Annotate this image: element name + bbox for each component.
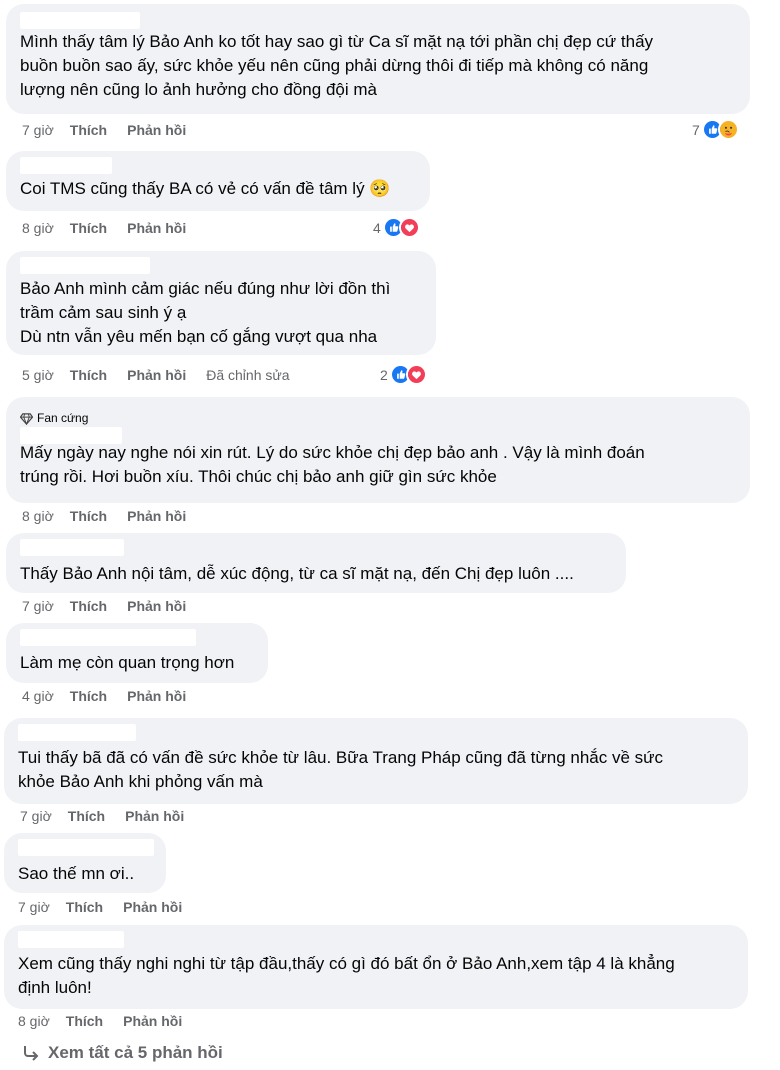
comment-timestamp[interactable]: 7 giờ [22,122,54,138]
comment-actions: 5 giờ Thích Phản hồi Đã chỉnh sửa [22,367,290,383]
comment-text-line: Coi TMS cũng thấy BA có vẻ có vấn đề tâm… [20,179,391,198]
comment-bubble: Fan cứng Mấy ngày nay nghe nói xin rút. … [6,397,750,503]
comment-actions: 8 giờ Thích Phản hồi [22,508,206,524]
care-reaction-icon [717,119,739,140]
comment-text-line: Mình thấy tâm lý Bảo Anh ko tốt hay sao … [20,32,654,51]
like-button[interactable]: Thích [70,688,107,704]
comment-actions: 7 giờ Thích Phản hồi [22,598,206,614]
comment-text-line: Làm mẹ còn quan trọng hơn [20,653,235,672]
comment-actions: 7 giờ Thích Phản hồi [18,899,202,915]
author-name-redacted[interactable] [18,931,124,948]
edited-label: Đã chỉnh sửa [206,367,290,383]
author-name-redacted[interactable] [20,257,150,274]
comment-bubble: Bảo Anh mình cảm giác nếu đúng như lời đ… [6,251,436,355]
like-button[interactable]: Thích [66,1013,103,1029]
comment-timestamp[interactable]: 8 giờ [18,1013,50,1029]
comment-actions: 4 giờ Thích Phản hồi [22,688,206,704]
comment-text-line: buồn buồn sao ấy, sức khỏe yếu nên cũng … [20,56,649,75]
reaction-count: 7 [692,121,700,138]
comment-bubble: Sao thế mn ơi.. [4,833,166,893]
like-button[interactable]: Thích [70,508,107,524]
comment-text-line: trầm cảm sau sinh ý ạ [20,303,187,322]
author-name-redacted[interactable] [20,12,140,29]
comment-text-line: Dù ntn vẫn yêu mến bạn cố gắng vượt qua … [20,327,378,346]
reply-button[interactable]: Phản hồi [125,808,184,824]
author-name-redacted[interactable] [20,629,196,646]
author-name-redacted[interactable] [18,724,136,741]
like-button[interactable]: Thích [68,808,105,824]
love-reaction-icon [405,364,427,385]
comment-text-line: Thấy Bảo Anh nội tâm, dễ xúc động, từ ca… [20,564,574,583]
author-name-redacted[interactable] [20,539,124,556]
love-reaction-icon [398,217,420,238]
like-button[interactable]: Thích [70,220,107,236]
reaction-summary[interactable]: 2 [380,364,427,385]
comment-timestamp[interactable]: 5 giờ [22,367,54,383]
like-button[interactable]: Thích [70,122,107,138]
comment-timestamp[interactable]: 4 giờ [22,688,54,704]
comment-timestamp[interactable]: 8 giờ [22,508,54,524]
comment-bubble: Xem cũng thấy nghi nghi từ tập đầu,thấy … [4,925,748,1009]
comment-text-line: trúng rồi. Hơi buồn xíu. Thôi chúc chị b… [20,467,497,486]
view-all-replies-label: Xem tất cả 5 phản hồi [48,1043,223,1062]
comment-bubble: Thấy Bảo Anh nội tâm, dễ xúc động, từ ca… [6,533,626,593]
like-button[interactable]: Thích [70,367,107,383]
comment-text-line: Bảo Anh mình cảm giác nếu đúng như lời đ… [20,279,391,298]
comment-text-line: Xem cũng thấy nghi nghi từ tập đầu,thấy … [18,954,675,973]
reply-arrow-icon [24,1046,39,1061]
like-button[interactable]: Thích [70,598,107,614]
comment-text-line: định luôn! [18,978,92,997]
comment-text-line: lượng nên cũng lo ảnh hưởng cho đồng đội… [20,80,377,99]
comment-text-line: Sao thế mn ơi.. [18,864,135,883]
reply-button[interactable]: Phản hồi [127,508,186,524]
reply-button[interactable]: Phản hồi [127,367,186,383]
comment-bubble: Coi TMS cũng thấy BA có vẻ có vấn đề tâm… [6,151,430,211]
reply-button[interactable]: Phản hồi [123,1013,182,1029]
view-all-replies-link[interactable]: Xem tất cả 5 phản hồi [22,1043,223,1063]
reaction-count: 4 [373,219,381,236]
reaction-summary[interactable]: 7 [692,119,739,140]
reply-button[interactable]: Phản hồi [127,688,186,704]
comment-timestamp[interactable]: 8 giờ [22,220,54,236]
comment-actions: 7 giờ Thích Phản hồi [20,808,204,824]
reply-button[interactable]: Phản hồi [127,122,186,138]
like-button[interactable]: Thích [66,899,103,915]
comment-timestamp[interactable]: 7 giờ [22,598,54,614]
comment-bubble: Làm mẹ còn quan trọng hơn [6,623,268,683]
author-name-redacted[interactable] [20,157,112,174]
reaction-summary[interactable]: 4 [373,217,420,238]
comment-actions: 7 giờ Thích Phản hồi [22,122,206,138]
reply-button[interactable]: Phản hồi [127,598,186,614]
diamond-icon [20,412,33,425]
comment-text-line: Tui thấy bã đã có vấn đề sức khỏe từ lâu… [18,748,664,767]
comment-text-line: khỏe Bảo Anh khi phỏng vấn mà [18,772,263,791]
author-name-redacted[interactable] [18,839,154,856]
reply-button[interactable]: Phản hồi [123,899,182,915]
comment-timestamp[interactable]: 7 giờ [18,899,50,915]
comment-actions: 8 giờ Thích Phản hồi [22,220,206,236]
comment-timestamp[interactable]: 7 giờ [20,808,52,824]
comment-text-line: Mấy ngày nay nghe nói xin rút. Lý do sức… [20,443,645,462]
reply-button[interactable]: Phản hồi [127,220,186,236]
comment-bubble: Mình thấy tâm lý Bảo Anh ko tốt hay sao … [6,4,750,114]
comment-bubble: Tui thấy bã đã có vấn đề sức khỏe từ lâu… [4,718,748,804]
reaction-count: 2 [380,366,388,383]
comment-actions: 8 giờ Thích Phản hồi [18,1013,202,1029]
author-name-redacted[interactable] [20,427,122,444]
